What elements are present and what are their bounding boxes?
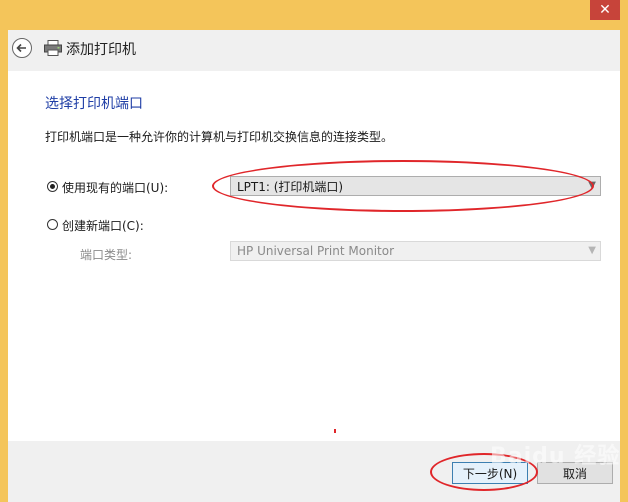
add-printer-window: 添加打印机 选择打印机端口 打印机端口是一种允许你的计算机与打印机交换信息的连接… [8,30,620,502]
main-content: 选择打印机端口 打印机端口是一种允许你的计算机与打印机交换信息的连接类型。 使用… [8,71,620,441]
port-type-select: HP Universal Print Monitor ▼ [230,241,601,261]
page-heading: 选择打印机端口 [45,96,143,112]
use-existing-port-radio[interactable] [47,181,58,192]
back-arrow-icon [16,43,26,53]
existing-port-select[interactable]: LPT1: (打印机端口) ▼ [230,176,601,196]
port-type-value: HP Universal Print Monitor [237,244,395,258]
close-button[interactable]: ✕ [590,0,620,20]
existing-port-value: LPT1: (打印机端口) [237,179,344,194]
titlebar: 添加打印机 [8,30,620,68]
chevron-down-icon: ▼ [588,245,596,256]
port-type-label: 端口类型: [80,248,133,262]
watermark: Baidu 经验 [490,444,621,469]
window-title: 添加打印机 [66,42,136,58]
page-description: 打印机端口是一种允许你的计算机与打印机交换信息的连接类型。 [45,130,394,144]
back-button[interactable] [12,38,32,58]
window-frame-left [0,0,8,502]
stray-mark [334,429,336,433]
use-existing-port-label[interactable]: 使用现有的端口(U): [62,179,168,196]
window-frame-right [620,0,628,502]
chevron-down-icon: ▼ [588,180,596,191]
printer-icon [44,40,62,56]
close-icon: ✕ [599,2,611,18]
create-new-port-radio[interactable] [47,219,58,230]
create-new-port-label[interactable]: 创建新端口(C): [62,217,144,234]
